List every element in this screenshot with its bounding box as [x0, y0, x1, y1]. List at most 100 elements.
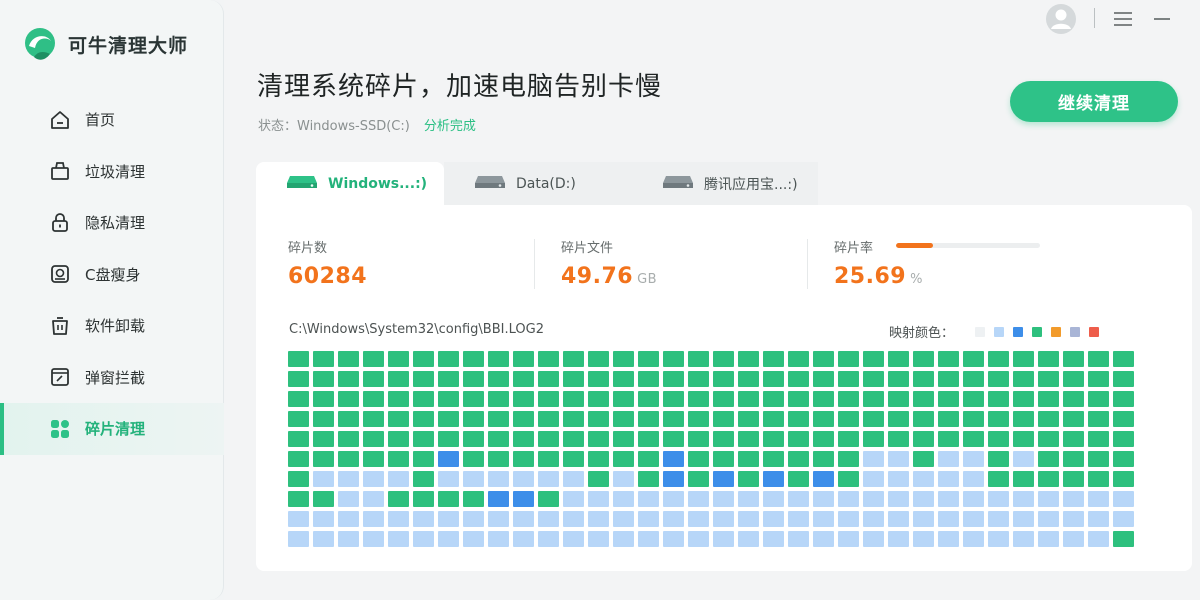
cluster-cell [913, 451, 934, 467]
sidebar-item-home[interactable]: 首页 [0, 94, 224, 146]
fragment-rate-bar-fill [896, 243, 933, 248]
cluster-cell [413, 471, 434, 487]
fragment-grid-icon [48, 417, 72, 441]
cluster-cell [963, 431, 984, 447]
sidebar-item-c-drive-slim[interactable]: C盘瘦身 [0, 249, 224, 301]
sidebar-item-privacy-clean[interactable]: 隐私清理 [0, 197, 224, 249]
sidebar-item-popup-block[interactable]: 弹窗拦截 [0, 352, 224, 404]
trash-cart-icon [48, 159, 72, 183]
cluster-cell [888, 491, 909, 507]
cluster-cell [863, 411, 884, 427]
cluster-cell [863, 431, 884, 447]
tab-label: Windows...:) [328, 176, 428, 192]
fragment-panel: 碎片数 60284 碎片文件 49.76 GB 碎片率 25.69% C:\Win… [256, 205, 1192, 571]
cluster-cell [313, 391, 334, 407]
cluster-cell [788, 531, 809, 547]
cluster-cell [1038, 471, 1059, 487]
tab-data-drive[interactable]: Data(D:) [444, 162, 632, 206]
cluster-cell [1063, 411, 1084, 427]
cluster-cell [638, 371, 659, 387]
cluster-cell [963, 471, 984, 487]
sidebar-item-fragment-clean[interactable]: 碎片清理 [0, 403, 224, 455]
minimize-icon[interactable] [1152, 6, 1174, 32]
cluster-cell [613, 391, 634, 407]
cluster-cell [763, 511, 784, 527]
cluster-cell [1113, 411, 1134, 427]
tab-tencent-drive[interactable]: 腾讯应用宝...:) [632, 162, 818, 206]
cluster-cell [288, 431, 309, 447]
sidebar-item-uninstall[interactable]: 软件卸载 [0, 300, 224, 352]
cluster-cell [663, 511, 684, 527]
page-title: 清理系统碎片，加速电脑告别卡慢 [257, 72, 663, 102]
cluster-cell [688, 511, 709, 527]
continue-clean-button[interactable]: 继续清理 [1010, 81, 1178, 122]
cluster-cell [638, 471, 659, 487]
cluster-cell [813, 351, 834, 367]
fragment-rate-bar [896, 243, 1040, 248]
stat-label: 碎片文件 [561, 241, 614, 256]
sidebar-item-junk-clean[interactable]: 垃圾清理 [0, 146, 224, 198]
cluster-cell [363, 371, 384, 387]
cluster-cell [513, 391, 534, 407]
cluster-cell [613, 411, 634, 427]
cluster-cell [488, 491, 509, 507]
cluster-cell [588, 391, 609, 407]
cluster-cell [338, 471, 359, 487]
cluster-cell [1038, 451, 1059, 467]
cluster-cell [588, 511, 609, 527]
cluster-cell [1063, 491, 1084, 507]
cluster-cell [313, 511, 334, 527]
cluster-cell [913, 371, 934, 387]
cluster-cell [838, 531, 859, 547]
cluster-cell [813, 531, 834, 547]
cluster-cell [1113, 431, 1134, 447]
cluster-cell [313, 451, 334, 467]
cluster-cell [1013, 391, 1034, 407]
cluster-cell [1088, 491, 1109, 507]
cluster-cell [513, 371, 534, 387]
cluster-cell [738, 411, 759, 427]
cluster-cell [1088, 351, 1109, 367]
cluster-cell [713, 471, 734, 487]
cluster-cell [1013, 351, 1034, 367]
sidebar-item-label: 软件卸载 [85, 317, 146, 336]
cluster-cell [913, 411, 934, 427]
cluster-cell [688, 431, 709, 447]
cluster-cell [588, 531, 609, 547]
cluster-cell [813, 511, 834, 527]
cluster-cell [688, 471, 709, 487]
user-avatar-icon[interactable] [1044, 2, 1078, 36]
cluster-cell [513, 351, 534, 367]
cluster-cell [1013, 511, 1034, 527]
tab-windows-drive[interactable]: Windows...:) [256, 162, 444, 206]
cluster-cell [1088, 371, 1109, 387]
cluster-cell [538, 471, 559, 487]
fragment-files-unit: GB [637, 272, 658, 287]
legend-swatch [975, 326, 986, 337]
menu-icon[interactable] [1112, 6, 1136, 32]
cluster-cell [713, 351, 734, 367]
popup-block-icon [48, 365, 72, 389]
legend-swatch [1051, 326, 1062, 337]
cluster-cell [888, 391, 909, 407]
cluster-cell [563, 391, 584, 407]
cluster-cell [588, 451, 609, 467]
uninstall-icon [48, 314, 72, 338]
cluster-cell [1113, 351, 1134, 367]
cluster-cell [813, 471, 834, 487]
cluster-cell [963, 351, 984, 367]
cluster-cell [538, 491, 559, 507]
cluster-cell [563, 351, 584, 367]
cluster-cell [1088, 531, 1109, 547]
cluster-cell [863, 351, 884, 367]
cluster-cell [738, 431, 759, 447]
cluster-cell [538, 511, 559, 527]
cluster-cell [663, 371, 684, 387]
cluster-cell [663, 471, 684, 487]
cluster-cell [463, 511, 484, 527]
cluster-cell [288, 471, 309, 487]
tab-label: 腾讯应用宝...:) [704, 177, 798, 193]
cluster-cell [913, 391, 934, 407]
cluster-cell [613, 491, 634, 507]
cluster-cell [738, 371, 759, 387]
